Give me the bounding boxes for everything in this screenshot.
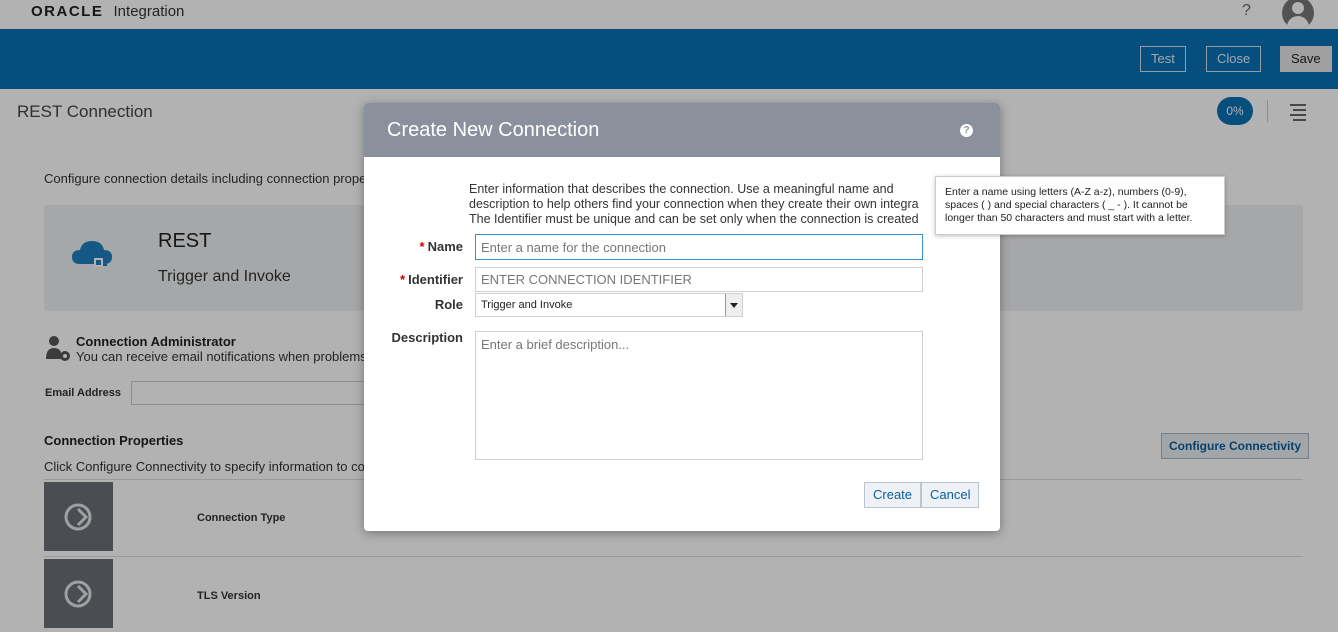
tooltip-line: longer than 50 characters and must start… <box>945 212 1193 224</box>
role-selected-value: Trigger and Invoke <box>481 299 573 311</box>
chevron-down-icon[interactable] <box>725 294 742 316</box>
dialog-help-icon[interactable]: ? <box>960 124 973 137</box>
create-connection-dialog: Create New Connection ? Enter informatio… <box>364 103 1000 531</box>
description-field[interactable] <box>475 331 923 460</box>
description-label: Description <box>391 330 463 345</box>
dialog-description-line: The Identifier must be unique and can be… <box>469 212 919 226</box>
create-button[interactable]: Create <box>864 482 922 508</box>
cancel-button[interactable]: Cancel <box>921 482 980 508</box>
name-field-tooltip: Enter a name using letters (A-Z a-z), nu… <box>935 176 1225 235</box>
dialog-description-line: Enter information that describes the con… <box>469 182 894 196</box>
identifier-label: * Identifier <box>400 272 463 287</box>
role-label: Role <box>434 297 463 312</box>
tooltip-line: spaces ( ) and special characters ( _ - … <box>945 199 1188 211</box>
tooltip-line: Enter a name using letters (A-Z a-z), nu… <box>945 186 1187 198</box>
name-label: * Name <box>419 239 463 254</box>
dialog-title: Create New Connection <box>387 119 600 141</box>
dialog-description: Enter information that describes the con… <box>469 182 939 228</box>
role-select[interactable]: Trigger and Invoke <box>475 293 743 317</box>
name-field[interactable] <box>475 234 923 260</box>
dialog-header: Create New Connection ? <box>364 103 1000 157</box>
identifier-field[interactable] <box>475 267 923 292</box>
dialog-description-line: description to help others find your con… <box>469 197 919 211</box>
